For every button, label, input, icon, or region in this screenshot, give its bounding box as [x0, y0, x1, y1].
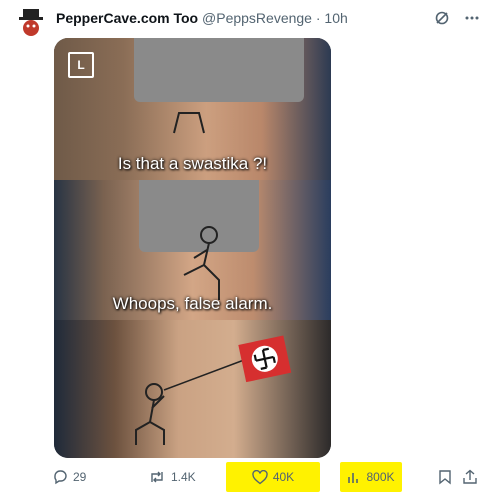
like-count: 40K	[272, 470, 295, 484]
reply-icon	[52, 469, 68, 485]
views-button[interactable]: 800K	[340, 462, 402, 492]
author-name[interactable]: PepperCave.com Too	[56, 10, 198, 26]
views-icon	[347, 470, 361, 484]
media-panel-1: L Is that a swastika ?!	[54, 38, 331, 180]
author-handle[interactable]: @PeppsRevenge	[202, 10, 312, 26]
bookmark-button[interactable]	[438, 462, 452, 492]
media-panel-2: Whoops, false alarm.	[54, 180, 331, 320]
separator: ·	[315, 10, 321, 26]
action-bar: 29 1.4K 40K 800K	[0, 462, 494, 494]
more-icon[interactable]	[464, 10, 480, 31]
post-media[interactable]: L Is that a swastika ?! Whoops, false al…	[54, 38, 331, 458]
repost-button[interactable]: 1.4K	[148, 462, 196, 492]
post-time[interactable]: 10h	[324, 10, 347, 26]
share-button[interactable]	[462, 462, 478, 492]
repost-icon	[148, 469, 166, 485]
caption-top: Is that a swastika ?!	[117, 154, 268, 173]
repost-count: 1.4K	[171, 470, 196, 484]
like-button[interactable]: 40K	[226, 462, 320, 492]
reply-count: 29	[73, 470, 87, 484]
media-panel-3	[54, 320, 331, 458]
reply-button[interactable]: 29	[52, 462, 86, 492]
avatar[interactable]	[14, 6, 48, 40]
views-count: 800K	[366, 470, 395, 484]
like-icon	[252, 469, 268, 485]
bookmark-icon	[438, 469, 452, 485]
post-header: PepperCave.com Too @PeppsRevenge · 10h	[56, 10, 348, 26]
corner-logo: L	[68, 52, 94, 78]
caption-bottom: Whoops, false alarm.	[112, 294, 273, 313]
grok-icon[interactable]	[434, 10, 450, 31]
share-icon	[462, 469, 478, 485]
